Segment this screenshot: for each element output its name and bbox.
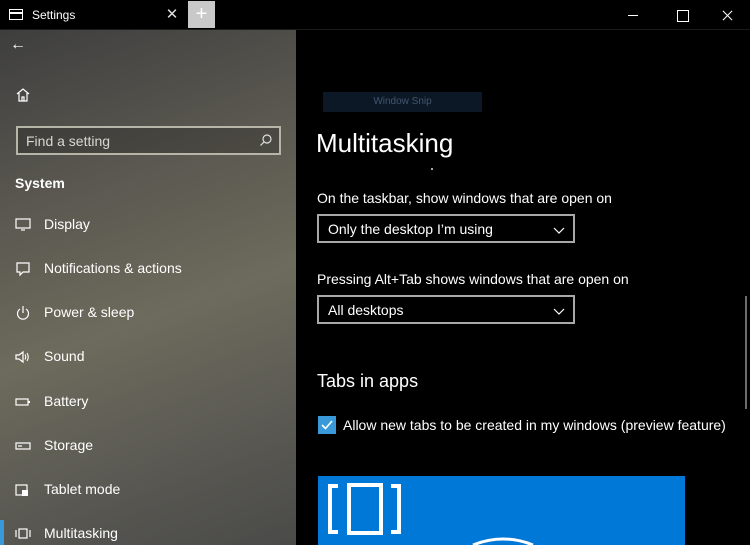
multitasking-icon	[14, 526, 32, 542]
search-icon[interactable]	[259, 133, 273, 147]
sidebar-item-multitasking[interactable]: Multitasking	[0, 514, 296, 545]
sidebar-item-sound[interactable]: Sound	[0, 337, 296, 377]
sidebar-item-label: Sound	[44, 348, 85, 364]
dropdown-value: All desktops	[328, 302, 404, 318]
title-bar: Settings ✕ +	[0, 0, 750, 30]
main-panel: Window Snip Multitasking On the taskbar,…	[296, 30, 750, 545]
sidebar-item-label: Battery	[44, 393, 89, 409]
vertical-scrollbar[interactable]	[745, 296, 747, 409]
sidebar-item-notifications[interactable]: Notifications & actions	[0, 249, 296, 289]
tab-close-icon[interactable]: ✕	[164, 5, 180, 25]
sidebar-item-label: Notifications & actions	[44, 260, 182, 276]
tablet-mode-icon	[14, 482, 32, 498]
taskbar-setting-label: On the taskbar, show windows that are op…	[317, 190, 612, 206]
sidebar: ← System Display Notifications & actions…	[0, 30, 296, 545]
new-tab-button[interactable]: +	[188, 1, 215, 28]
close-button[interactable]	[704, 0, 750, 30]
home-icon[interactable]	[14, 86, 32, 104]
allow-tabs-checkbox[interactable]	[318, 416, 336, 434]
search-box[interactable]	[16, 126, 281, 155]
cursor-dot	[431, 168, 433, 170]
sidebar-item-label: Storage	[44, 437, 94, 453]
sound-icon	[14, 349, 32, 365]
settings-app-icon	[9, 9, 23, 20]
notifications-icon	[14, 261, 32, 277]
sidebar-item-label: Multitasking	[44, 525, 118, 541]
sidebar-item-label: Power & sleep	[44, 304, 135, 320]
chevron-down-icon	[553, 304, 565, 316]
page-title: Multitasking	[316, 128, 454, 158]
battery-icon	[14, 394, 32, 410]
sidebar-item-tablet-mode[interactable]: Tablet mode	[0, 470, 296, 510]
section-title-system: System	[15, 175, 65, 191]
alttab-windows-dropdown[interactable]: All desktops	[317, 295, 575, 324]
search-input[interactable]	[26, 131, 246, 150]
sidebar-item-storage[interactable]: Storage	[0, 426, 296, 466]
sidebar-item-display[interactable]: Display	[0, 205, 296, 245]
storage-icon	[14, 438, 32, 454]
window-title: Settings	[32, 8, 76, 22]
sidebar-item-label: Tablet mode	[44, 481, 121, 497]
sidebar-item-battery[interactable]: Battery	[0, 382, 296, 422]
alttab-setting-label: Pressing Alt+Tab shows windows that are …	[317, 271, 629, 287]
taskbar-windows-dropdown[interactable]: Only the desktop I’m using	[317, 214, 575, 243]
chevron-down-icon	[553, 223, 565, 235]
back-button[interactable]: ←	[10, 34, 36, 56]
maximize-button[interactable]	[659, 0, 705, 30]
window-snip-overlay: Window Snip	[323, 92, 482, 112]
dropdown-value: Only the desktop I’m using	[328, 221, 493, 237]
minimize-button[interactable]	[610, 0, 656, 30]
sidebar-item-power-sleep[interactable]: Power & sleep	[0, 293, 296, 333]
tabs-in-apps-heading: Tabs in apps	[317, 371, 419, 391]
display-icon	[14, 217, 32, 233]
sidebar-item-label: Display	[44, 216, 90, 232]
power-icon	[14, 305, 32, 321]
allow-tabs-label[interactable]: Allow new tabs to be created in my windo…	[343, 417, 726, 433]
multitasking-preview-image	[318, 476, 685, 545]
